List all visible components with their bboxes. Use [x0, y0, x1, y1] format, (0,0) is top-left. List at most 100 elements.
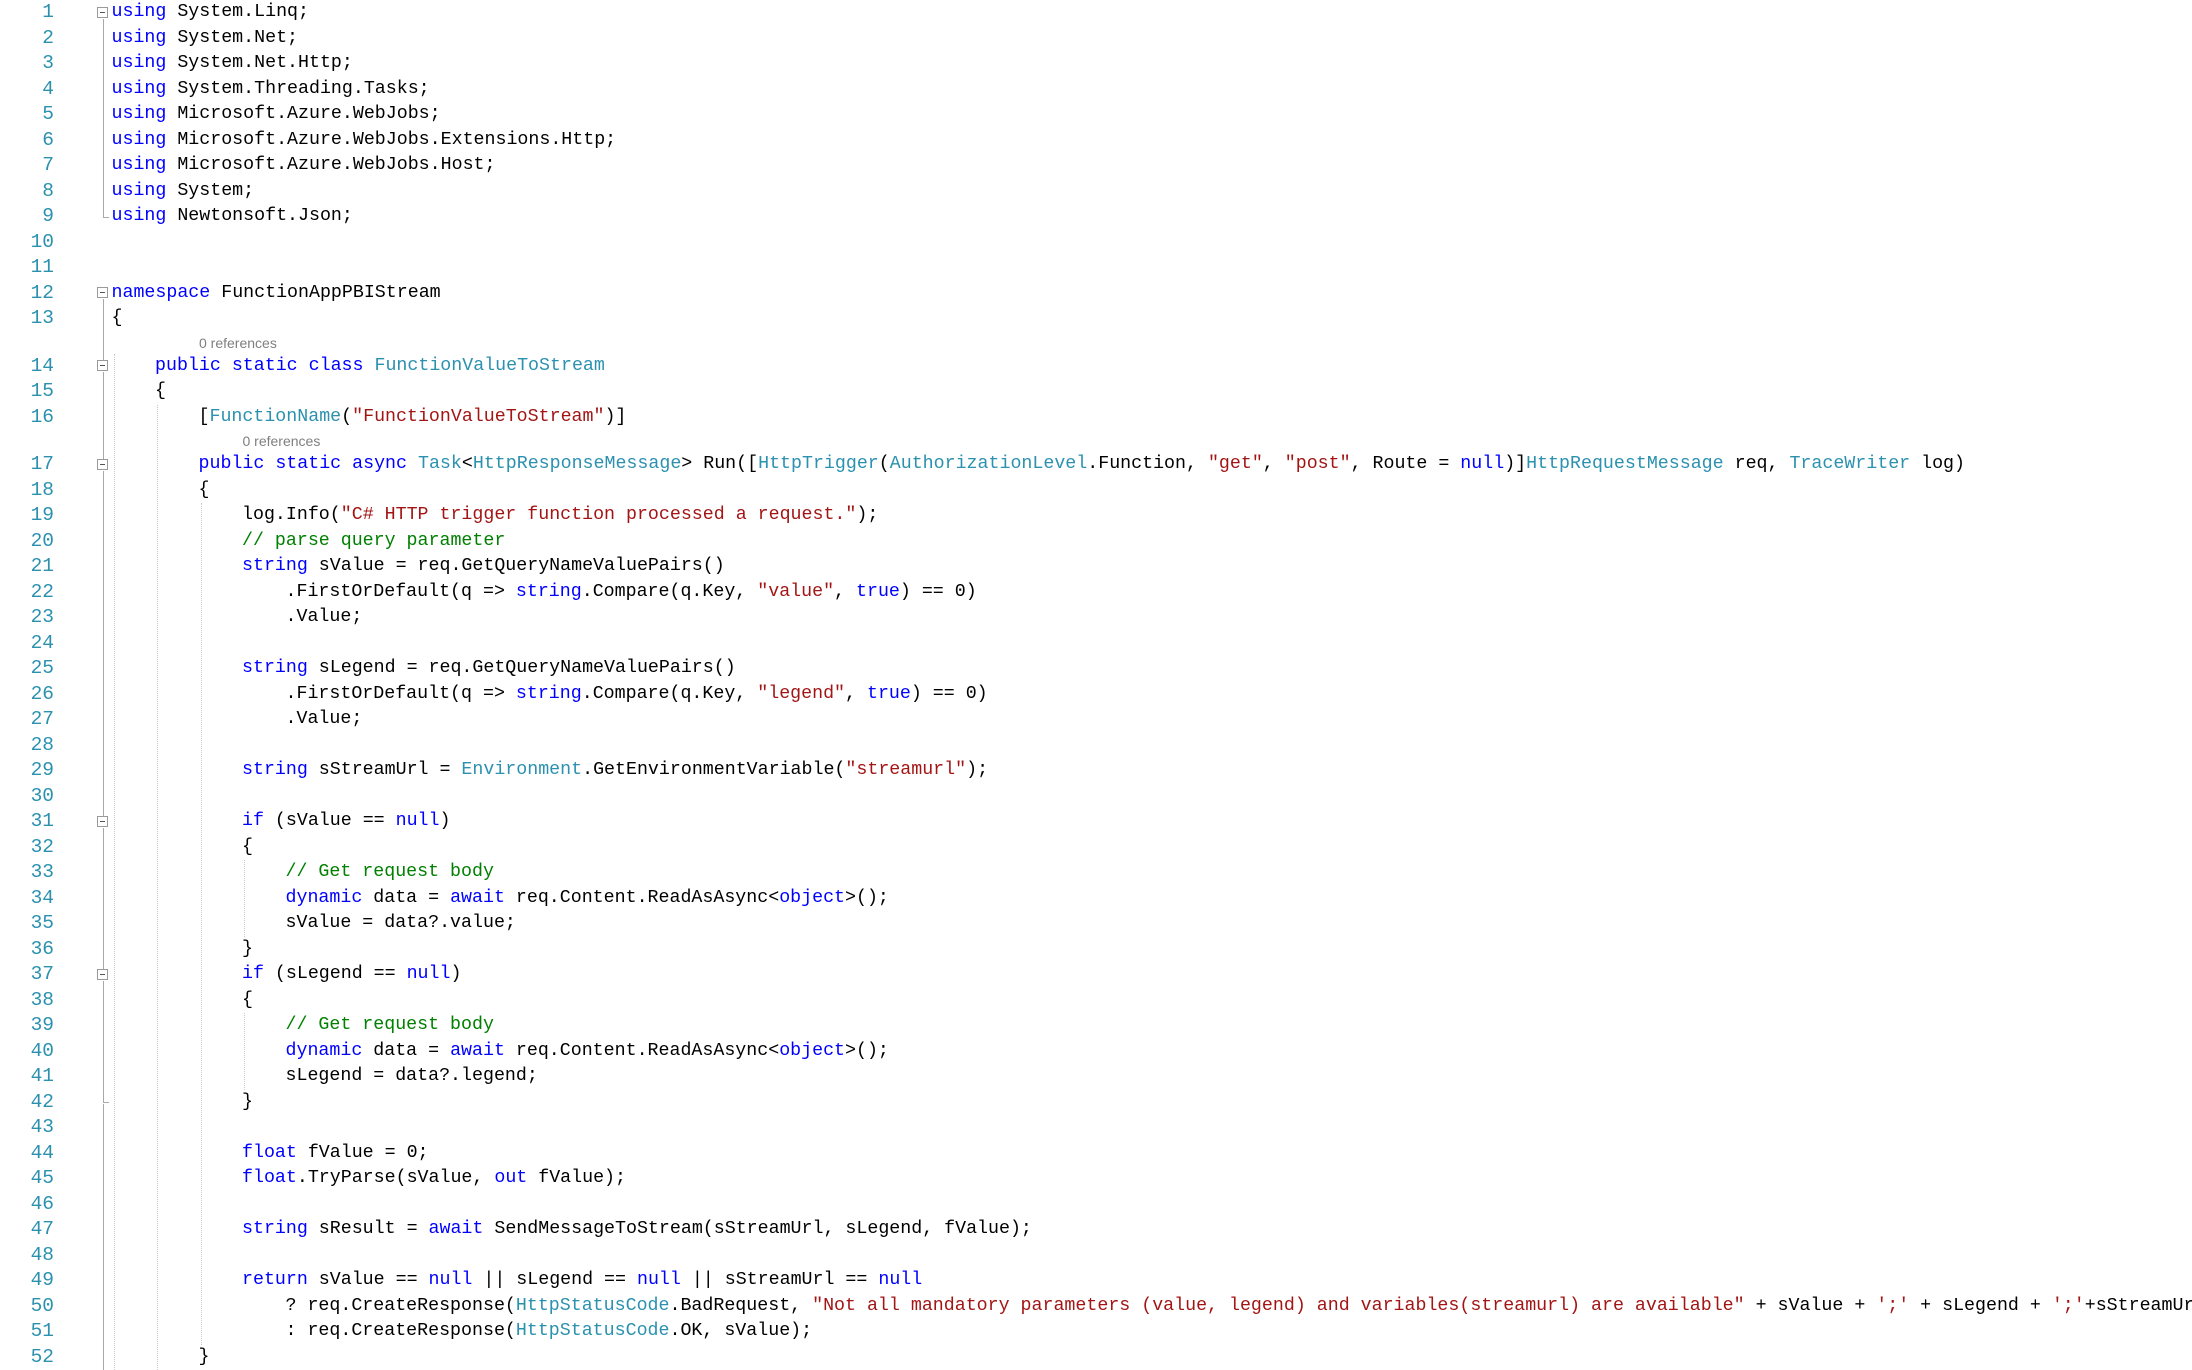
code-line[interactable]: 35 sValue = data?.value;	[0, 911, 2192, 937]
code-line[interactable]: 46	[0, 1192, 2192, 1218]
code-line[interactable]: 16 [FunctionName("FunctionValueToStream")…	[0, 405, 2192, 431]
code-text: using System.Net.Http;	[112, 51, 353, 77]
line-number: 51	[30, 1320, 54, 1342]
type-token: HttpRequestMessage	[1526, 454, 1724, 474]
code-line[interactable]: 39 // Get request body	[0, 1013, 2192, 1039]
code-line[interactable]: 33 // Get request body	[0, 860, 2192, 886]
plain-token: data =	[362, 887, 451, 908]
code-line[interactable]: 22 .FirstOrDefault(q => string.Compare(q.…	[0, 580, 2192, 606]
line-number: 15	[30, 380, 54, 402]
line-number: 20	[30, 529, 54, 552]
code-line[interactable]: 30	[0, 784, 2192, 810]
code-line[interactable]: 10	[0, 230, 2192, 256]
plain-token: {	[198, 479, 210, 500]
plain-token: [	[198, 406, 210, 427]
codelens-references[interactable]: 0 references	[199, 335, 277, 351]
code-line[interactable]: 23 .Value;	[0, 605, 2192, 631]
code-line[interactable]: 8 using System;	[0, 179, 2192, 205]
code-line[interactable]: 18 {	[0, 478, 2192, 504]
code-text: float.TryParse(sValue, out fValue);	[242, 1166, 626, 1192]
code-line[interactable]: 51: req.CreateResponse(HttpStatusCode.OK…	[0, 1319, 2192, 1345]
plain-token: sResult =	[307, 1219, 429, 1239]
code-text: string sValue = req.GetQueryNameValuePai…	[242, 554, 725, 580]
code-line[interactable]: 28	[0, 733, 2192, 759]
keyword-token: static	[231, 355, 298, 376]
code-line[interactable]: 49 return sValue == null || sLegend == nu…	[0, 1268, 2192, 1294]
code-line[interactable]: 3 using System.Net.Http;	[0, 51, 2192, 77]
code-text: public static async Task<HttpResponseMes…	[199, 452, 1966, 478]
plain-token: )	[450, 964, 462, 984]
keyword-token: using	[111, 180, 167, 201]
code-line[interactable]: 19 log.Info("C# HTTP trigger function pro…	[0, 503, 2192, 529]
code-text: using System.Threading.Tasks;	[112, 77, 430, 103]
code-line[interactable]: 26 .FirstOrDefault(q => string.Compare(q.…	[0, 682, 2192, 708]
line-number: 49	[30, 1269, 54, 1291]
code-line[interactable]: 4 using System.Threading.Tasks;	[0, 77, 2192, 103]
line-number: 28	[30, 733, 54, 756]
code-line[interactable]: 50 ? req.CreateResponse(HttpStatusCode.Ba…	[0, 1294, 2192, 1320]
code-line[interactable]: 1 using System.Linq;	[0, 0, 2192, 26]
line-number: 11	[30, 256, 54, 278]
type-token: HttpStatusCode	[515, 1295, 670, 1316]
keyword-token: null	[395, 811, 440, 831]
keyword-token: null	[406, 964, 451, 984]
code-line[interactable]: 12 namespace FunctionAppPBIStream	[0, 281, 2192, 307]
code-line[interactable]: 42}	[0, 1090, 2192, 1116]
code-text: using Microsoft.Azure.WebJobs;	[112, 102, 441, 128]
plain-token: data =	[362, 1040, 451, 1061]
code-line[interactable]: 36}	[0, 937, 2192, 963]
code-line[interactable]: 31 if (sValue == null)	[0, 809, 2192, 835]
plain-token: Microsoft.Azure.WebJobs;	[166, 104, 441, 124]
keyword-token: if	[242, 811, 264, 831]
code-line[interactable]: 7 using Microsoft.Azure.WebJobs.Host;	[0, 153, 2192, 179]
code-line[interactable]: 52}	[0, 1345, 2192, 1370]
plain-token: sLegend = req.GetQueryNameValuePairs()	[307, 658, 736, 678]
code-line[interactable]: 9 using Newtonsoft.Json;	[0, 204, 2192, 230]
keyword-token: async	[352, 454, 407, 474]
plain-token: .FirstOrDefault(q =>	[285, 683, 516, 704]
code-line[interactable]: 25 string sLegend = req.GetQueryNameValue…	[0, 656, 2192, 682]
code-line[interactable]: 29 string sStreamUrl = Environment.GetEnv…	[0, 758, 2192, 784]
plain-token: + sLegend +	[1909, 1295, 2052, 1316]
plain-token: .GetEnvironmentVariable(	[582, 760, 846, 780]
code-line[interactable]: 17 public static async Task<HttpResponseM…	[0, 452, 2192, 478]
code-line[interactable]: 43	[0, 1115, 2192, 1141]
code-line[interactable]: 11	[0, 255, 2192, 281]
code-line[interactable]: 48	[0, 1243, 2192, 1269]
code-line[interactable]: 20 // parse query parameter	[0, 529, 2192, 555]
code-line[interactable]: 41 sLegend = data?.legend;	[0, 1064, 2192, 1090]
string-token: "post"	[1284, 454, 1351, 474]
code-line[interactable]: 15 {	[0, 379, 2192, 405]
code-line[interactable]: 21 string sValue = req.GetQueryNameValueP…	[0, 554, 2192, 580]
code-line[interactable]: 32 {	[0, 835, 2192, 861]
code-line[interactable]: 27 .Value;	[0, 707, 2192, 733]
plain-token: .FirstOrDefault(q =>	[285, 581, 516, 602]
code-line[interactable]: 45 float.TryParse(sValue, out fValue);	[0, 1166, 2192, 1192]
code-line[interactable]: 34 dynamic data = await req.Content.ReadA…	[0, 886, 2192, 912]
code-line[interactable]: 24	[0, 631, 2192, 657]
keyword-token: string	[515, 581, 582, 602]
code-line[interactable]: 2 using System.Net;	[0, 26, 2192, 52]
code-line[interactable]: 37 if (sLegend == null)	[0, 962, 2192, 988]
code-line[interactable]: 14 public static class FunctionValueToStr…	[0, 354, 2192, 380]
code-line[interactable]: 47 string sResult = await SendMessageToSt…	[0, 1217, 2192, 1243]
code-line[interactable]: 5 using Microsoft.Azure.WebJobs;	[0, 102, 2192, 128]
plain-token: (sLegend ==	[263, 964, 407, 984]
plain-token: req.Content.ReadAsAsync<	[504, 887, 780, 908]
code-text: }	[242, 937, 253, 963]
type-token: HttpTrigger	[758, 454, 879, 474]
code-text: string sLegend = req.GetQueryNameValuePa…	[242, 656, 736, 682]
code-text: {	[112, 306, 123, 332]
line-number: 21	[30, 555, 54, 577]
code-line[interactable]: 6 using Microsoft.Azure.WebJobs.Extension…	[0, 128, 2192, 154]
code-line[interactable]: 38 {	[0, 988, 2192, 1014]
code-line[interactable]: 13 {	[0, 306, 2192, 332]
code-line[interactable]: 44 float fValue = 0;	[0, 1141, 2192, 1167]
plain-token: .Value;	[285, 607, 363, 627]
keyword-token: using	[111, 27, 167, 48]
codelens-references[interactable]: 0 references	[243, 433, 321, 449]
line-number: 7	[42, 154, 54, 176]
plain-token: sValue = data?.value;	[285, 913, 516, 933]
code-line[interactable]: 40 dynamic data = await req.Content.ReadA…	[0, 1039, 2192, 1065]
code-editor[interactable]: 1 using System.Linq; 2 using System.Net; 3 us…	[0, 0, 2192, 1370]
